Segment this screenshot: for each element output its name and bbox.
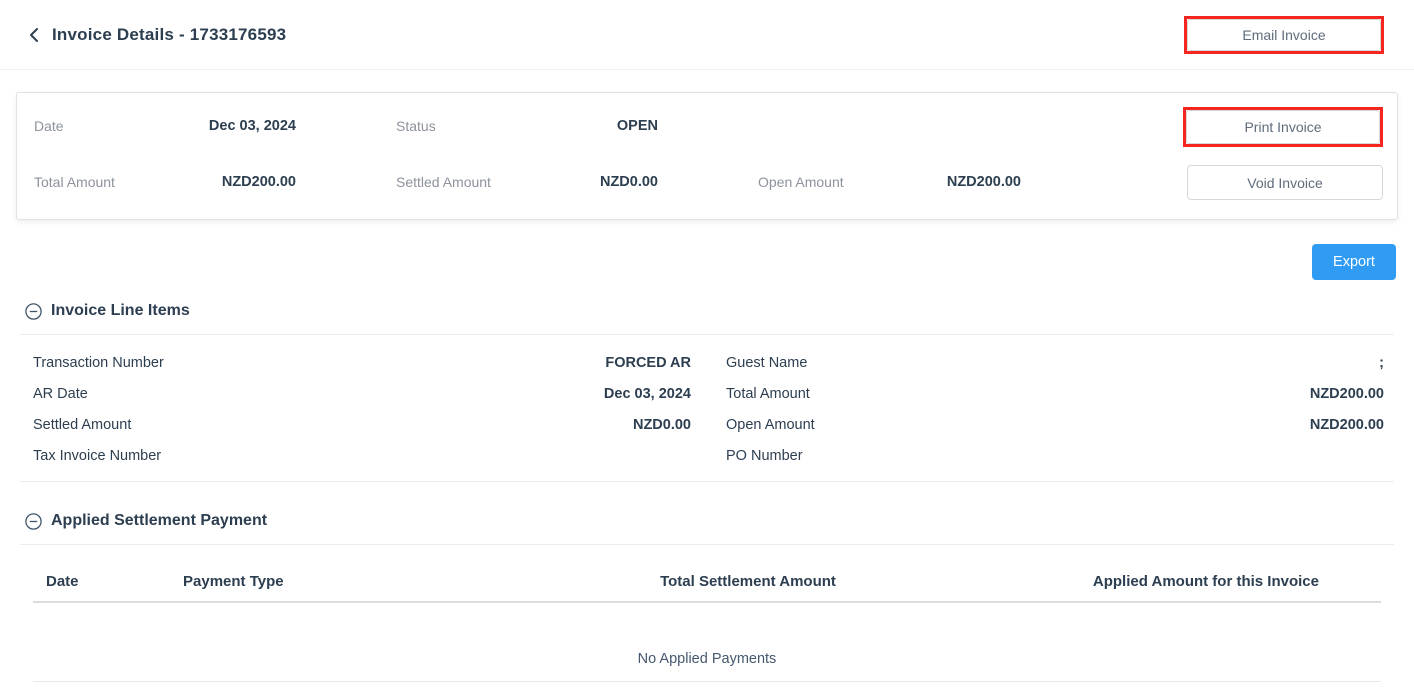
- field-transaction-number: Transaction Number FORCED AR: [33, 347, 691, 378]
- column-header-applied-amount: Applied Amount for this Invoice: [963, 573, 1381, 590]
- fields-column-left: Transaction Number FORCED AR AR Date Dec…: [33, 347, 691, 471]
- summary-field-status: Status OPEN: [396, 118, 658, 134]
- field-value: NZD200.00: [1310, 417, 1384, 433]
- field-label: Open Amount: [758, 174, 844, 190]
- field-label: Total Amount: [34, 174, 115, 190]
- field-label: Guest Name: [726, 355, 807, 371]
- minus-circle-icon[interactable]: [25, 513, 42, 530]
- summary-field-total-amount: Total Amount NZD200.00: [34, 174, 296, 190]
- applied-payments-section-header: Applied Settlement Payment: [25, 512, 1414, 530]
- page-header: Invoice Details - 1733176593 Email Invoi…: [0, 0, 1414, 70]
- column-header-payment-type: Payment Type: [183, 573, 533, 590]
- fields-column-right: Guest Name ; Total Amount NZD200.00 Open…: [726, 347, 1384, 471]
- section-title: Invoice Line Items: [51, 302, 190, 320]
- field-label: Transaction Number: [33, 355, 164, 371]
- void-invoice-button[interactable]: Void Invoice: [1187, 165, 1383, 200]
- field-label: Settled Amount: [396, 174, 491, 190]
- column-header-date: Date: [46, 573, 183, 590]
- field-label: Open Amount: [726, 417, 815, 433]
- table-header-row: Date Payment Type Total Settlement Amoun…: [33, 561, 1381, 601]
- export-row: Export: [18, 244, 1396, 280]
- page-title: Invoice Details - 1733176593: [52, 25, 286, 45]
- summary-field-open-amount: Open Amount NZD200.00: [758, 174, 1021, 190]
- divider: [20, 481, 1394, 482]
- field-label: Status: [396, 118, 436, 134]
- line-items-fields: Transaction Number FORCED AR AR Date Dec…: [33, 347, 1384, 471]
- summary-actions: Print Invoice Void Invoice: [1183, 107, 1383, 201]
- divider: [20, 544, 1394, 545]
- field-guest-name: Guest Name ;: [726, 347, 1384, 378]
- field-value: ;: [1379, 355, 1384, 371]
- field-tax-invoice-number: Tax Invoice Number: [33, 440, 691, 471]
- field-po-number: PO Number: [726, 440, 1384, 471]
- field-value: NZD0.00: [633, 417, 691, 433]
- divider: [20, 334, 1394, 335]
- field-value: NZD0.00: [600, 174, 658, 190]
- field-value: Dec 03, 2024: [604, 386, 691, 402]
- applied-payments-table: Date Payment Type Total Settlement Amoun…: [33, 561, 1381, 682]
- summary-field-settled-amount: Settled Amount NZD0.00: [396, 174, 658, 190]
- field-value: FORCED AR: [605, 355, 691, 371]
- field-label: Date: [34, 118, 64, 134]
- column-header-total-settlement-amount: Total Settlement Amount: [533, 573, 963, 590]
- minus-circle-icon[interactable]: [25, 303, 42, 320]
- line-items-section-header: Invoice Line Items: [25, 302, 1414, 320]
- empty-state-message: No Applied Payments: [33, 603, 1381, 682]
- field-label: PO Number: [726, 448, 803, 464]
- summary-field-date: Date Dec 03, 2024: [34, 118, 296, 134]
- title-group: Invoice Details - 1733176593: [28, 25, 286, 45]
- print-invoice-button[interactable]: Print Invoice: [1186, 110, 1380, 144]
- field-open-amount: Open Amount NZD200.00: [726, 409, 1384, 440]
- field-label: Settled Amount: [33, 417, 131, 433]
- field-value: NZD200.00: [222, 174, 296, 190]
- field-value: NZD200.00: [1310, 386, 1384, 402]
- email-invoice-button[interactable]: Email Invoice: [1187, 19, 1381, 51]
- print-invoice-annotation: Print Invoice: [1183, 107, 1383, 147]
- back-chevron-icon[interactable]: [28, 27, 40, 43]
- section-title: Applied Settlement Payment: [51, 512, 267, 530]
- field-settled-amount: Settled Amount NZD0.00: [33, 409, 691, 440]
- summary-grid: Date Dec 03, 2024 Status OPEN Total Amou…: [34, 107, 1021, 201]
- status-value: OPEN: [617, 118, 658, 134]
- export-button[interactable]: Export: [1312, 244, 1396, 280]
- field-value: Dec 03, 2024: [209, 118, 296, 134]
- field-value: NZD200.00: [947, 174, 1021, 190]
- email-invoice-annotation: Email Invoice: [1184, 16, 1384, 54]
- field-label: Tax Invoice Number: [33, 448, 161, 464]
- field-ar-date: AR Date Dec 03, 2024: [33, 378, 691, 409]
- field-label: Total Amount: [726, 386, 810, 402]
- field-label: AR Date: [33, 386, 88, 402]
- field-total-amount: Total Amount NZD200.00: [726, 378, 1384, 409]
- invoice-summary-card: Date Dec 03, 2024 Status OPEN Total Amou…: [16, 92, 1398, 220]
